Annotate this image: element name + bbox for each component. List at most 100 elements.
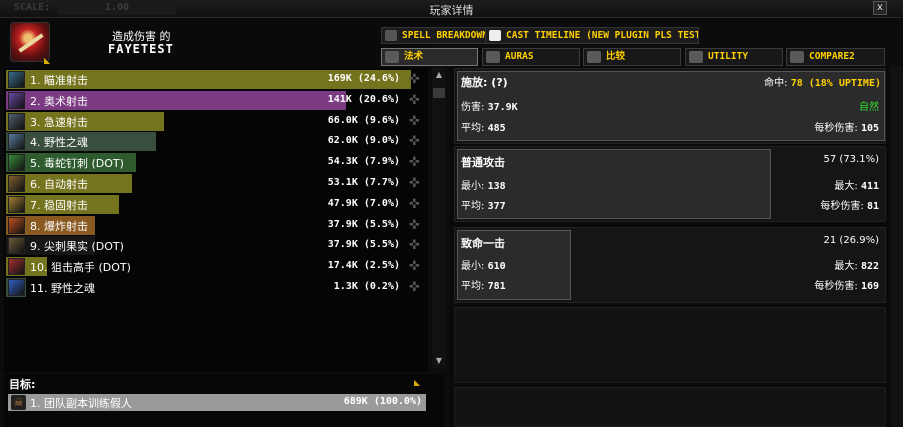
spell-list-scrollbar[interactable]: ▲ ▼: [432, 68, 446, 368]
spell-options-icon[interactable]: ✜: [407, 259, 422, 274]
spell-options-icon[interactable]: ✜: [407, 155, 422, 170]
tab-auras[interactable]: AURAS: [482, 48, 580, 66]
tab-label: 法术: [404, 51, 424, 62]
compare-tab-icon: [587, 51, 601, 63]
spell-name: 3. 急速射击: [30, 115, 88, 129]
window-resize-edge[interactable]: [890, 66, 903, 427]
hit-label: 命中:: [764, 78, 788, 89]
min-label: 最小:: [461, 261, 485, 272]
spell-name: 8. 爆炸射击: [30, 219, 88, 233]
scroll-thumb[interactable]: [433, 88, 445, 98]
utility-tab-icon: [689, 51, 703, 63]
spell-name: 4. 野性之魂: [30, 136, 88, 150]
dps-value: 169: [860, 281, 879, 292]
avg-value: 485: [487, 123, 506, 134]
critical-hit-dps: 每秒伤害: 169: [814, 277, 879, 292]
spell-options-icon[interactable]: ✜: [407, 114, 422, 129]
spell-icon: [8, 133, 25, 151]
player-name: FAYETEST: [108, 42, 174, 56]
scroll-down-icon[interactable]: ▼: [433, 356, 445, 366]
damage-label: 伤害:: [461, 102, 485, 113]
spell-options-icon[interactable]: ✜: [407, 238, 422, 253]
scroll-up-icon[interactable]: ▲: [433, 70, 445, 80]
spell-icon: [8, 258, 25, 276]
spell-row[interactable]: 10. 狙击高手 (DOT) 17.4K (2.5%) ✜: [6, 257, 426, 277]
spell-name: 1. 瞄准射击: [30, 74, 88, 87]
spell-amount: 47.9K (7.0%): [327, 197, 400, 209]
close-button[interactable]: x: [873, 1, 887, 15]
report-icon[interactable]: ◣: [44, 56, 50, 65]
normal-hit-max: 最大: 411: [834, 177, 879, 192]
min-label: 最小:: [461, 181, 485, 192]
title-bar[interactable]: SCALE: 1.00 玩家详情 x: [0, 0, 903, 18]
spell-amount: 37.9K (5.5%): [327, 218, 400, 230]
spell-icon: [8, 237, 25, 255]
skull-icon: ☠: [11, 395, 26, 410]
tab-compare2[interactable]: COMPARE2: [786, 48, 885, 66]
targets-label: 目标:: [9, 378, 36, 391]
target-row[interactable]: ☠ 1. 团队副本训练假人 689K (100.0%): [8, 394, 426, 411]
spell-row[interactable]: 1. 瞄准射击 169K (24.6%) ✜: [6, 70, 426, 89]
hit-value: 78 (18% UPTIME): [790, 78, 881, 89]
tab-spells[interactable]: 法术: [381, 48, 478, 66]
normal-hit-min: 最小: 138: [461, 177, 506, 192]
spell-row[interactable]: 3. 急速射击 66.0K (9.6%) ✜: [6, 111, 426, 131]
spell-name: 7. 稳固射击: [30, 198, 88, 212]
dps-label: 每秒伤害:: [814, 281, 858, 292]
spell-icon: [8, 195, 25, 213]
cast-title: 施放: (?): [461, 76, 508, 89]
spell-row[interactable]: 6. 自动射击 53.1K (7.7%) ✜: [6, 174, 426, 193]
spell-detail-panel: 施放: (?) 命中: 78 (18% UPTIME) 伤害: 37.9K 自然…: [450, 66, 890, 427]
spell-options-icon[interactable]: ✜: [407, 280, 422, 295]
critical-hit-count: 21 (26.9%): [823, 235, 879, 246]
spell-row[interactable]: 7. 稳固射击 47.9K (7.0%) ✜: [6, 194, 426, 214]
cast-damage: 伤害: 37.9K: [461, 98, 518, 113]
spell-amount: 17.4K (2.5%): [327, 260, 400, 272]
spell-icon: [8, 279, 25, 296]
spell-amount: 66.0K (9.6%): [327, 114, 400, 126]
spell-row[interactable]: 9. 尖刺果实 (DOT) 37.9K (5.5%) ✜: [6, 236, 426, 256]
normal-hit-section: 普通攻击 57 (73.1%) 最小: 138 最大: 411 平均: 377 …: [454, 146, 886, 222]
dps-value: 105: [860, 123, 879, 134]
spell-row[interactable]: 4. 野性之魂 62.0K (9.0%) ✜: [6, 132, 426, 152]
compare2-tab-icon: [790, 51, 804, 63]
tab-cast-timeline[interactable]: CAST TIMELINE (NEW PLUGIN PLS TEST): [485, 27, 699, 44]
spell-options-icon[interactable]: ✜: [407, 72, 422, 87]
normal-hit-count: 57 (73.1%): [823, 154, 879, 165]
spell-row[interactable]: 8. 爆炸射击 37.9K (5.5%) ✜: [6, 215, 426, 235]
spell-icon: [8, 154, 25, 172]
spell-options-icon[interactable]: ✜: [407, 218, 422, 233]
spell-options-icon[interactable]: ✜: [407, 176, 422, 191]
spell-row[interactable]: 11. 野性之魂 1.3K (0.2%) ✜: [6, 278, 426, 297]
max-label: 最大:: [834, 181, 858, 192]
tab-utility[interactable]: UTILITY: [685, 48, 783, 66]
spell-row[interactable]: 2. 奥术射击 141K (20.6%) ✜: [6, 90, 426, 110]
spell-options-icon[interactable]: ✜: [407, 134, 422, 149]
spell-name: 11. 野性之魂: [30, 282, 95, 295]
report-targets-icon[interactable]: ◣: [414, 378, 420, 387]
spell-name: 9. 尖刺果实 (DOT): [30, 240, 124, 254]
tab-label: SPELL BREAKDOWN: [402, 30, 488, 41]
spell-options-icon[interactable]: ✜: [407, 93, 422, 108]
spell-amount: 54.3K (7.9%): [327, 156, 400, 168]
spell-name: 6. 自动射击: [30, 178, 88, 191]
dps-value: 81: [866, 201, 879, 212]
critical-hit-section: 致命一击 21 (26.9%) 最小: 610 最大: 822 平均: 781 …: [454, 227, 886, 303]
spell-amount: 169K (24.6%): [327, 73, 400, 84]
spell-amount: 37.9K (5.5%): [327, 239, 400, 251]
empty-detail-section: [454, 307, 886, 383]
tab-compare[interactable]: 比较: [583, 48, 681, 66]
tab-label: 比较: [606, 51, 626, 62]
min-value: 610: [487, 261, 506, 272]
tab-spell-breakdown[interactable]: SPELL BREAKDOWN: [381, 27, 499, 44]
normal-hit-average: 平均: 377: [461, 197, 506, 212]
avg-value: 781: [487, 281, 506, 292]
spell-row[interactable]: 5. 毒蛇钉刺 (DOT) 54.3K (7.9%) ✜: [6, 153, 426, 173]
spell-icon: [8, 175, 25, 192]
min-value: 138: [487, 181, 506, 192]
cast-average: 平均: 485: [461, 119, 506, 134]
target-name: 1. 团队副本训练假人: [30, 397, 132, 410]
spell-icon: [8, 112, 25, 130]
spell-options-icon[interactable]: ✜: [407, 197, 422, 212]
player-header: ◣ 造成伤害 的 FAYETEST: [0, 18, 430, 68]
